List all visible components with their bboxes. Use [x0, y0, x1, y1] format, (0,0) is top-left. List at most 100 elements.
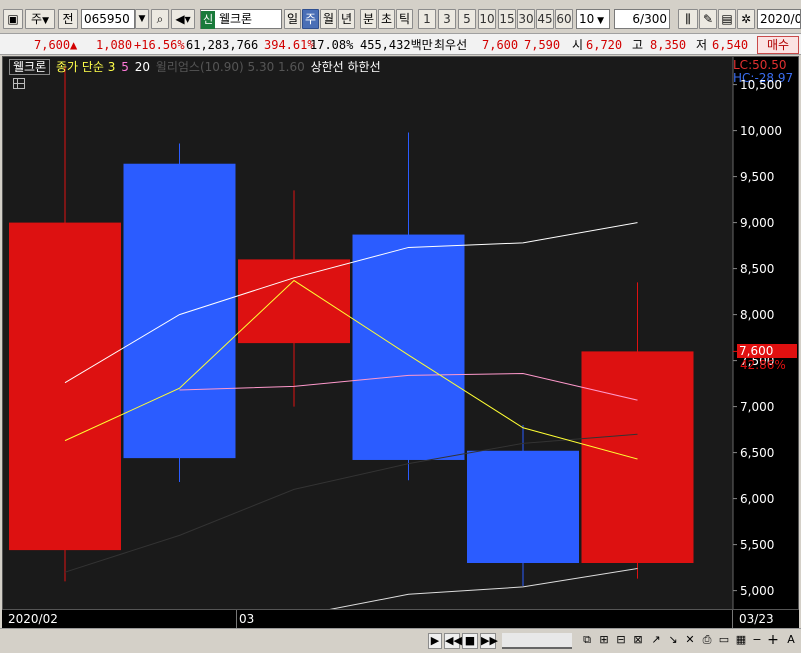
- legend-stock-name[interactable]: 웰크론: [9, 59, 51, 75]
- stock-name-field[interactable]: 신 웰크론: [200, 9, 282, 29]
- ask-label: 최우선: [434, 38, 468, 52]
- overlay-icon[interactable]: ⊠: [630, 633, 646, 649]
- tab-second[interactable]: 초: [378, 9, 395, 29]
- window-menu-icon[interactable]: ▣: [3, 9, 23, 29]
- interval-3-button[interactable]: 3: [438, 9, 456, 29]
- volume-ratio: 394.61%: [264, 38, 315, 52]
- y-tick-label: 9,000: [740, 215, 775, 230]
- indicator-icon[interactable]: ✎: [699, 9, 717, 29]
- period-select-value: 주: [31, 12, 43, 26]
- candle-up: [238, 259, 350, 344]
- zoom-out-icon[interactable]: −: [750, 633, 764, 649]
- low-price: 6,540: [712, 38, 749, 52]
- current-price-marker: 7,600: [737, 344, 797, 359]
- tab-year[interactable]: 년: [338, 9, 355, 29]
- interval-30-button[interactable]: 30: [517, 9, 535, 29]
- candle-up: [581, 351, 694, 563]
- open-price: 6,720: [586, 38, 623, 52]
- forward-icon[interactable]: ▶▶: [480, 633, 498, 649]
- prev-button[interactable]: 전: [58, 9, 78, 29]
- window-icon[interactable]: ▭: [716, 633, 732, 649]
- print-icon[interactable]: ⎙: [699, 633, 715, 649]
- main-toolbar: ▣ 주▼ 전 065950 ▼ ⌕ ◀▾ 신 웰크론 일 주 월 년 분 초 틱…: [0, 0, 801, 36]
- lc-label: LC:50.50: [733, 58, 787, 72]
- trend-up-icon[interactable]: ↗: [648, 633, 664, 649]
- legend-hidden-indicator[interactable]: 윌리엄스(10.90) 5.30 1.60: [156, 60, 305, 74]
- interval-select[interactable]: 10 ▼: [576, 9, 610, 29]
- stock-name: 웰크론: [218, 12, 253, 26]
- scroll-left-icon[interactable]: ▶: [428, 633, 442, 649]
- period-select[interactable]: 주▼: [25, 9, 55, 29]
- x-label-feb: 2020/02: [8, 612, 58, 626]
- interval-1-button[interactable]: 1: [418, 9, 436, 29]
- zoom-slider[interactable]: [502, 633, 572, 649]
- candle-up: [9, 222, 121, 551]
- volume: 61,283,766: [186, 38, 259, 52]
- candle-down: [467, 450, 579, 563]
- cross-icon[interactable]: ✕: [682, 633, 698, 649]
- candle-down: [352, 234, 465, 460]
- interval-select-value: 10: [579, 12, 595, 26]
- legend-limit-lines[interactable]: 상한선 하한선: [311, 60, 381, 74]
- y-tick-label: 7,000: [740, 399, 775, 414]
- zoom-in-icon[interactable]: +: [766, 633, 780, 649]
- y-tick-label: 8,500: [740, 261, 775, 276]
- split-icon[interactable]: ⊟: [613, 633, 629, 649]
- chevron-down-icon: ▼: [42, 16, 49, 26]
- chart-nav-bar: ▶ ◀◀ ■ ▶▶ ⧉ ⊞ ⊟ ⊠ ↗ ↘ ✕ ⎙ ▭ ▦ − + A: [0, 628, 801, 653]
- date-field[interactable]: 2020/03: [757, 9, 801, 29]
- current-price-percent: 42.86%: [740, 358, 786, 373]
- y-tick-label: 5,500: [740, 537, 775, 552]
- best-bid: 7,590: [524, 38, 561, 52]
- copy-icon[interactable]: ⊞: [596, 633, 612, 649]
- grid-icon[interactable]: [13, 78, 25, 89]
- interval-5-button[interactable]: 5: [458, 9, 476, 29]
- current-price: 7,600: [34, 38, 71, 52]
- save-icon[interactable]: ▤: [718, 9, 736, 29]
- sound-icon[interactable]: ◀▾: [171, 9, 195, 29]
- open-label: 시: [572, 38, 584, 52]
- x-label-current: 03/23: [739, 612, 774, 626]
- price-chart[interactable]: 웰크론 종가 단순 3 5 20 윌리엄스(10.90) 5.30 1.60 상…: [2, 56, 799, 628]
- compare-icon[interactable]: ⧉: [579, 633, 595, 649]
- y-tick-label: 6,500: [740, 445, 775, 460]
- candle-down: [123, 163, 236, 459]
- trend-down-icon[interactable]: ↘: [665, 633, 681, 649]
- y-tick-label: 10,000: [740, 123, 782, 138]
- legend-ma20[interactable]: 20: [135, 60, 150, 74]
- y-tick-label: 5,000: [740, 583, 775, 598]
- rewind-icon[interactable]: ◀◀: [444, 633, 462, 649]
- count-display[interactable]: 6/300: [614, 9, 670, 29]
- tab-day[interactable]: 일: [284, 9, 301, 29]
- interval-45-button[interactable]: 45: [536, 9, 554, 29]
- new-badge: 신: [201, 11, 216, 29]
- tab-month[interactable]: 월: [320, 9, 337, 29]
- tab-tick[interactable]: 틱: [396, 9, 413, 29]
- stock-code-dropdown-icon[interactable]: ▼: [135, 9, 149, 29]
- interval-15-button[interactable]: 15: [498, 9, 516, 29]
- buy-button[interactable]: 매수: [757, 36, 799, 54]
- font-size-icon[interactable]: A: [783, 633, 799, 649]
- stop-icon[interactable]: ■: [462, 633, 478, 649]
- chart-canvas: [3, 57, 798, 609]
- gear-icon[interactable]: ✲: [737, 9, 755, 29]
- high-price: 8,350: [650, 38, 687, 52]
- y-tick-label: 8,000: [740, 307, 775, 322]
- candle-type-icon[interactable]: ⫼: [678, 9, 698, 29]
- x-divider: [236, 610, 237, 629]
- tab-week[interactable]: 주: [302, 9, 319, 29]
- search-icon[interactable]: ⌕: [151, 9, 169, 29]
- stock-code-input[interactable]: 065950: [81, 9, 135, 29]
- y-tick-label: 9,500: [740, 169, 775, 184]
- legend-ma3[interactable]: 종가 단순 3: [56, 60, 115, 74]
- change-percent: +16.56%: [134, 38, 185, 52]
- interval-60-button[interactable]: 60: [555, 9, 573, 29]
- high-label: 고: [632, 38, 644, 52]
- up-arrow-icon: ▲: [70, 38, 78, 52]
- tab-minute[interactable]: 분: [360, 9, 377, 29]
- legend-ma5[interactable]: 5: [121, 60, 129, 74]
- interval-10-button[interactable]: 10: [478, 9, 496, 29]
- tile-icon[interactable]: ▦: [733, 633, 749, 649]
- x-axis: 2020/02 03 03/23: [2, 609, 799, 629]
- price-change: 1,080: [96, 38, 133, 52]
